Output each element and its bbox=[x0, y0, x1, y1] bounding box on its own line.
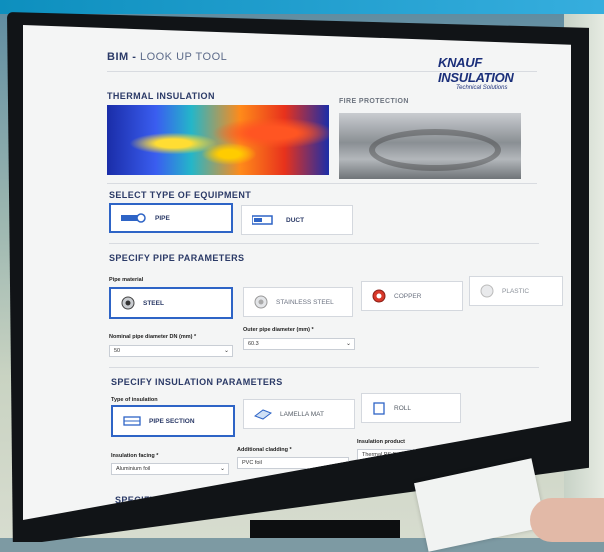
material-steel[interactable]: STEEL bbox=[109, 287, 233, 319]
steel-pipe-icon bbox=[121, 296, 135, 310]
knauf-insulation-logo: KNAUF INSULATION Technical Solutions bbox=[438, 55, 530, 91]
divider bbox=[109, 367, 539, 368]
insulation-facing-value: Aluminium foil bbox=[116, 466, 151, 472]
chevron-down-icon: ⌄ bbox=[223, 348, 229, 354]
stainless-pipe-icon bbox=[254, 295, 268, 309]
nominal-diameter-select[interactable]: 50 ⌄ bbox=[109, 345, 233, 357]
type-roll-label: ROLL bbox=[394, 404, 411, 412]
fire-protection-image[interactable] bbox=[339, 113, 521, 179]
nominal-diameter-value: 50 bbox=[114, 348, 121, 354]
insulation-parameters-heading: SPECIFY INSULATION PARAMETERS bbox=[111, 377, 283, 387]
lamella-mat-icon bbox=[254, 409, 272, 420]
title-separator: - bbox=[128, 51, 140, 63]
nominal-diameter-label: Nominal pipe diameter DN (mm) * bbox=[109, 334, 197, 340]
pipe-option[interactable]: PIPE bbox=[109, 203, 233, 233]
type-pipe-section[interactable]: PIPE SECTION bbox=[111, 405, 235, 437]
insulation-type-label: Type of insulation bbox=[111, 397, 158, 403]
outer-diameter-value: 60.3 bbox=[248, 341, 259, 347]
duct-icon bbox=[252, 215, 273, 225]
header-divider bbox=[107, 71, 537, 72]
thermal-insulation-label: THERMAL INSULATION bbox=[107, 91, 215, 101]
insulation-facing-label: Insulation facing * bbox=[111, 453, 159, 459]
chevron-down-icon: ⌄ bbox=[345, 341, 351, 347]
title-main: BIM bbox=[107, 51, 129, 63]
material-copper[interactable]: COPPER bbox=[361, 281, 463, 311]
material-copper-label: COPPER bbox=[394, 292, 422, 300]
title-sub: LOOK UP TOOL bbox=[139, 51, 228, 63]
pipe-option-label: PIPE bbox=[155, 214, 170, 222]
logo-tagline: Technical Solutions bbox=[456, 85, 508, 91]
material-stainless-steel[interactable]: STAINLESS STEEL bbox=[243, 287, 353, 317]
equipment-heading: SELECT TYPE OF EQUIPMENT bbox=[109, 190, 252, 200]
fire-protection-label: FIRE PROTECTION bbox=[339, 98, 409, 105]
type-lamella-mat[interactable]: LAMELLA MAT bbox=[243, 399, 355, 429]
additional-cladding-label: Additional cladding * bbox=[237, 447, 292, 453]
top-blue-band bbox=[0, 0, 604, 14]
pipe-section-icon bbox=[123, 416, 141, 426]
duct-option-label: DUCT bbox=[286, 216, 305, 224]
pipe-material-label: Pipe material bbox=[109, 277, 144, 283]
insulation-product-label: Insulation product bbox=[357, 439, 405, 445]
hand bbox=[530, 498, 604, 542]
copper-pipe-icon bbox=[372, 289, 386, 303]
material-plastic-label: PLASTIC bbox=[502, 287, 530, 295]
logo-brand: KNAUF INSULATION bbox=[438, 55, 514, 85]
material-steel-label: STEEL bbox=[143, 299, 164, 307]
pipe-icon bbox=[121, 213, 146, 223]
divider bbox=[109, 243, 539, 244]
material-plastic[interactable]: PLASTIC bbox=[469, 276, 563, 306]
outer-diameter-select[interactable]: 60.3 ⌄ bbox=[243, 338, 355, 350]
type-pipe-section-label: PIPE SECTION bbox=[149, 417, 195, 425]
pipe-parameters-heading: SPECIFY PIPE PARAMETERS bbox=[109, 253, 245, 263]
divider bbox=[107, 183, 537, 184]
insulation-facing-select[interactable]: Aluminium foil ⌄ bbox=[111, 463, 229, 475]
monitor-stand bbox=[250, 520, 400, 538]
type-roll[interactable]: ROLL bbox=[361, 393, 461, 423]
chevron-down-icon: ⌄ bbox=[219, 466, 225, 472]
plastic-pipe-icon bbox=[480, 284, 494, 298]
outer-diameter-label: Outer pipe diameter (mm) * bbox=[243, 327, 314, 333]
roll-icon bbox=[373, 402, 385, 415]
thermal-insulation-image[interactable] bbox=[107, 105, 329, 175]
material-stainless-label: STAINLESS STEEL bbox=[276, 298, 334, 306]
page-title: BIM - LOOK UP TOOL bbox=[107, 51, 227, 63]
duct-option[interactable]: DUCT bbox=[241, 205, 353, 235]
additional-cladding-value: PVC foil bbox=[242, 460, 262, 466]
type-lamella-mat-label: LAMELLA MAT bbox=[280, 410, 324, 418]
